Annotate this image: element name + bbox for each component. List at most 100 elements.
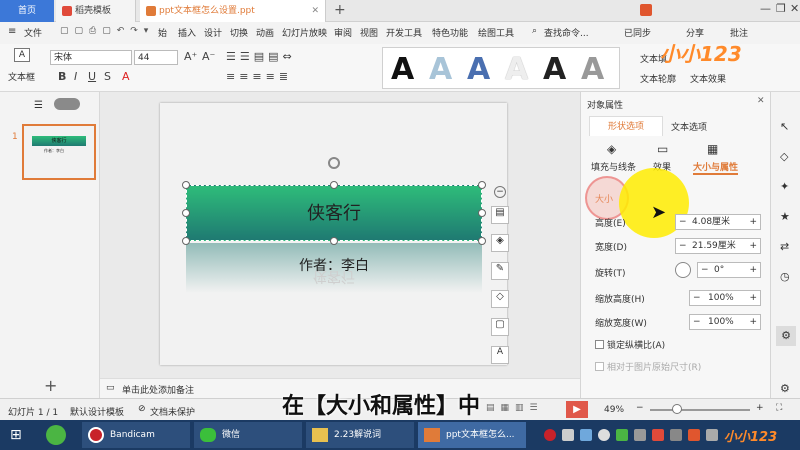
tray-mail-icon[interactable]: [652, 429, 664, 441]
select-icon[interactable]: ↖: [780, 120, 789, 133]
fit-window-icon[interactable]: ⛶: [776, 403, 782, 413]
resize-handle[interactable]: [478, 209, 486, 217]
italic-icon[interactable]: I: [74, 70, 77, 83]
transition-icon[interactable]: ⇄: [780, 240, 789, 253]
menu-start[interactable]: 始: [158, 26, 167, 39]
menu-transition[interactable]: 切换: [230, 26, 248, 39]
style-a-dark[interactable]: A: [543, 52, 566, 87]
resize-handle[interactable]: [330, 237, 338, 245]
zoom-slider-thumb[interactable]: [672, 404, 682, 414]
zoom-in-icon[interactable]: +: [756, 403, 764, 413]
title-textbox[interactable]: 侠客行: [186, 185, 482, 241]
shrink-font-icon[interactable]: A⁻: [202, 50, 215, 63]
view-mode-icons[interactable]: ▤▦▥☰: [486, 403, 544, 413]
paragraph-icons[interactable]: ☰☰▤▤⇔: [226, 50, 296, 63]
grow-font-icon[interactable]: A⁺: [184, 50, 197, 63]
document-protection[interactable]: 文档未保护: [150, 405, 195, 418]
quick-access-icons[interactable]: ▢▢⎙▢↶↷▾: [60, 26, 154, 36]
windows-start-icon[interactable]: ⊞: [10, 427, 22, 443]
scale-height-field[interactable]: −100% +: [689, 290, 761, 306]
size-property-icon[interactable]: ▦: [707, 142, 718, 156]
menu-file[interactable]: 文件: [24, 26, 42, 39]
tab-template[interactable]: 稻壳模板: [56, 0, 136, 22]
menu-insert[interactable]: 插入: [178, 26, 196, 39]
tab-document[interactable]: ppt文本框怎么设置.ppt ✕: [140, 0, 326, 22]
bold-icon[interactable]: B: [58, 70, 66, 83]
textbox-icon[interactable]: A: [14, 48, 30, 62]
font-name-select[interactable]: 宋体: [50, 50, 132, 65]
properties-icon[interactable]: ⚙: [776, 326, 796, 346]
lock-ratio-checkbox[interactable]: [595, 340, 604, 349]
scale-width-field[interactable]: −100% +: [689, 314, 761, 330]
resize-handle[interactable]: [478, 237, 486, 245]
slide-view-icon[interactable]: [54, 98, 80, 110]
ie-icon[interactable]: [46, 425, 66, 445]
style-a-blue-outline[interactable]: A: [467, 52, 490, 87]
text-outline-button[interactable]: 文本轮廓: [640, 72, 676, 85]
text-effect-button[interactable]: 文本效果: [690, 72, 726, 85]
close-window-icon[interactable]: ✕: [790, 2, 799, 15]
fill-icon[interactable]: ◇: [491, 290, 509, 308]
effect-icon[interactable]: ▭: [657, 142, 668, 156]
text-frame-icon[interactable]: A: [491, 346, 509, 364]
tab-shape-options[interactable]: 形状选项: [589, 116, 663, 136]
menu-drawing-tools[interactable]: 绘图工具: [478, 26, 514, 39]
menu-slideshow[interactable]: 幻灯片放映: [282, 26, 327, 39]
textbox-button-label[interactable]: 文本框: [8, 70, 35, 83]
slide-thumbnail[interactable]: 侠客行 作者：李白: [22, 124, 96, 180]
tab-text-options[interactable]: 文本选项: [671, 120, 707, 133]
sogou-icon[interactable]: [640, 4, 652, 16]
outline-view-icon[interactable]: ☰: [34, 100, 43, 111]
tray-media-icon[interactable]: [670, 429, 682, 441]
collapse-icon[interactable]: −: [494, 186, 506, 198]
tray-network-icon[interactable]: [580, 429, 592, 441]
style-a-gray[interactable]: A: [581, 52, 604, 87]
underline-icon[interactable]: U: [88, 70, 96, 83]
height-field[interactable]: −4.08厘米 +: [675, 214, 761, 230]
animation-icon[interactable]: ★: [780, 210, 790, 223]
zoom-out-icon[interactable]: −: [636, 403, 644, 413]
add-slide-icon[interactable]: +: [44, 376, 57, 395]
resize-handle[interactable]: [330, 181, 338, 189]
tray-game-icon[interactable]: [634, 429, 646, 441]
taskbar-wechat[interactable]: 微信: [194, 422, 302, 448]
layers-icon[interactable]: ◈: [491, 234, 509, 252]
hamburger-icon[interactable]: ≡: [8, 26, 16, 37]
close-tab-icon[interactable]: ✕: [311, 0, 319, 22]
rotation-field[interactable]: −0° +: [697, 262, 761, 278]
frame-icon[interactable]: ▢: [491, 318, 509, 336]
search-command[interactable]: 查找命令...: [544, 26, 589, 39]
tray-volume-icon[interactable]: [706, 429, 718, 441]
resize-handle[interactable]: [478, 181, 486, 189]
slide[interactable]: 侠客行 侠客行 作者：李白: [160, 103, 507, 365]
tray-app-icon[interactable]: [562, 429, 574, 441]
fill-line-icon[interactable]: ◈: [607, 142, 616, 156]
menu-view[interactable]: 视图: [360, 26, 378, 39]
style-a-white-outline[interactable]: A: [505, 52, 528, 87]
font-size-select[interactable]: 44: [134, 50, 178, 65]
more-icon[interactable]: ⚙: [780, 382, 790, 395]
menu-developer[interactable]: 开发工具: [386, 26, 422, 39]
tray-qq-icon[interactable]: [598, 429, 610, 441]
rotation-dial-icon[interactable]: [675, 262, 691, 278]
taskbar-bandicam[interactable]: Bandicam: [82, 422, 190, 448]
menu-animation[interactable]: 动画: [256, 26, 274, 39]
design-template[interactable]: 默认设计模板: [70, 405, 124, 418]
zoom-level[interactable]: 49%: [604, 405, 624, 415]
subtab-fill-line[interactable]: 填充与线条: [591, 160, 636, 173]
text-style-gallery[interactable]: A A A A A A: [382, 47, 620, 89]
tab-home[interactable]: 首页: [0, 0, 54, 22]
resize-handle[interactable]: [182, 181, 190, 189]
menu-special[interactable]: 特色功能: [432, 26, 468, 39]
taskbar-wps[interactable]: ppt文本框怎么...: [418, 422, 526, 448]
search-icon[interactable]: ⌕: [532, 26, 537, 36]
style-a-light-blue[interactable]: A: [429, 52, 452, 87]
resize-handle[interactable]: [182, 209, 190, 217]
menu-review[interactable]: 审阅: [334, 26, 352, 39]
layout-icon[interactable]: ▤: [491, 206, 509, 224]
shape-icon[interactable]: ◇: [780, 150, 788, 163]
subtab-size-property[interactable]: 大小与属性: [693, 160, 739, 175]
align-icons[interactable]: ≡≡≡≡≣: [226, 70, 292, 83]
clock-icon[interactable]: ◷: [780, 270, 790, 283]
relative-original-checkbox[interactable]: [595, 362, 604, 371]
